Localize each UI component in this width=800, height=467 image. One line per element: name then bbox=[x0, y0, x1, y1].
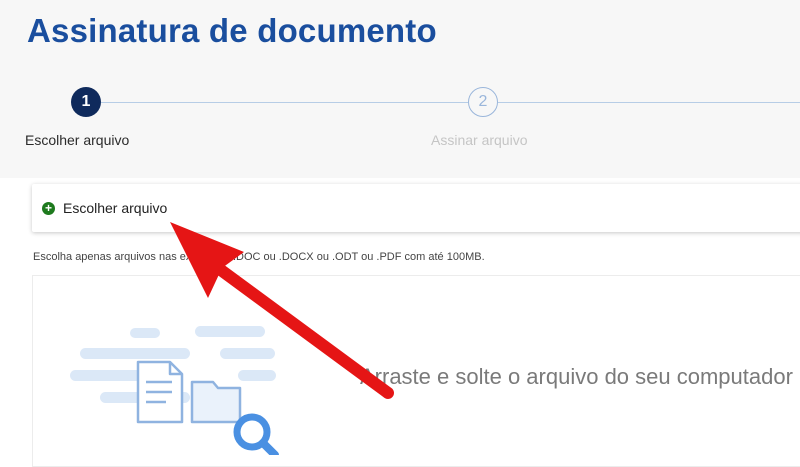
step-1-label: Escolher arquivo bbox=[25, 132, 130, 148]
stepper-connector-trailing bbox=[498, 102, 800, 103]
step-2-label: Assinar arquivo bbox=[431, 132, 528, 148]
choose-file-button[interactable]: + Escolher arquivo bbox=[42, 184, 167, 232]
step-2-indicator[interactable]: 2 bbox=[468, 87, 498, 117]
choose-file-card: + Escolher arquivo bbox=[32, 184, 800, 232]
file-type-hint: Escolha apenas arquivos nas extensões .D… bbox=[33, 251, 485, 263]
step-1-indicator[interactable]: 1 bbox=[71, 87, 101, 117]
page-title: Assinatura de documento bbox=[27, 12, 437, 49]
header-panel: Assinatura de documento 1 2 Escolher arq… bbox=[0, 0, 800, 178]
dropzone-text: Arraste e solte o arquivo do seu computa… bbox=[360, 364, 793, 389]
stepper-connector bbox=[101, 102, 468, 103]
plus-circle-icon: + bbox=[42, 201, 55, 215]
document-folder-search-illustration bbox=[70, 326, 279, 455]
choose-file-label: Escolher arquivo bbox=[63, 200, 168, 216]
